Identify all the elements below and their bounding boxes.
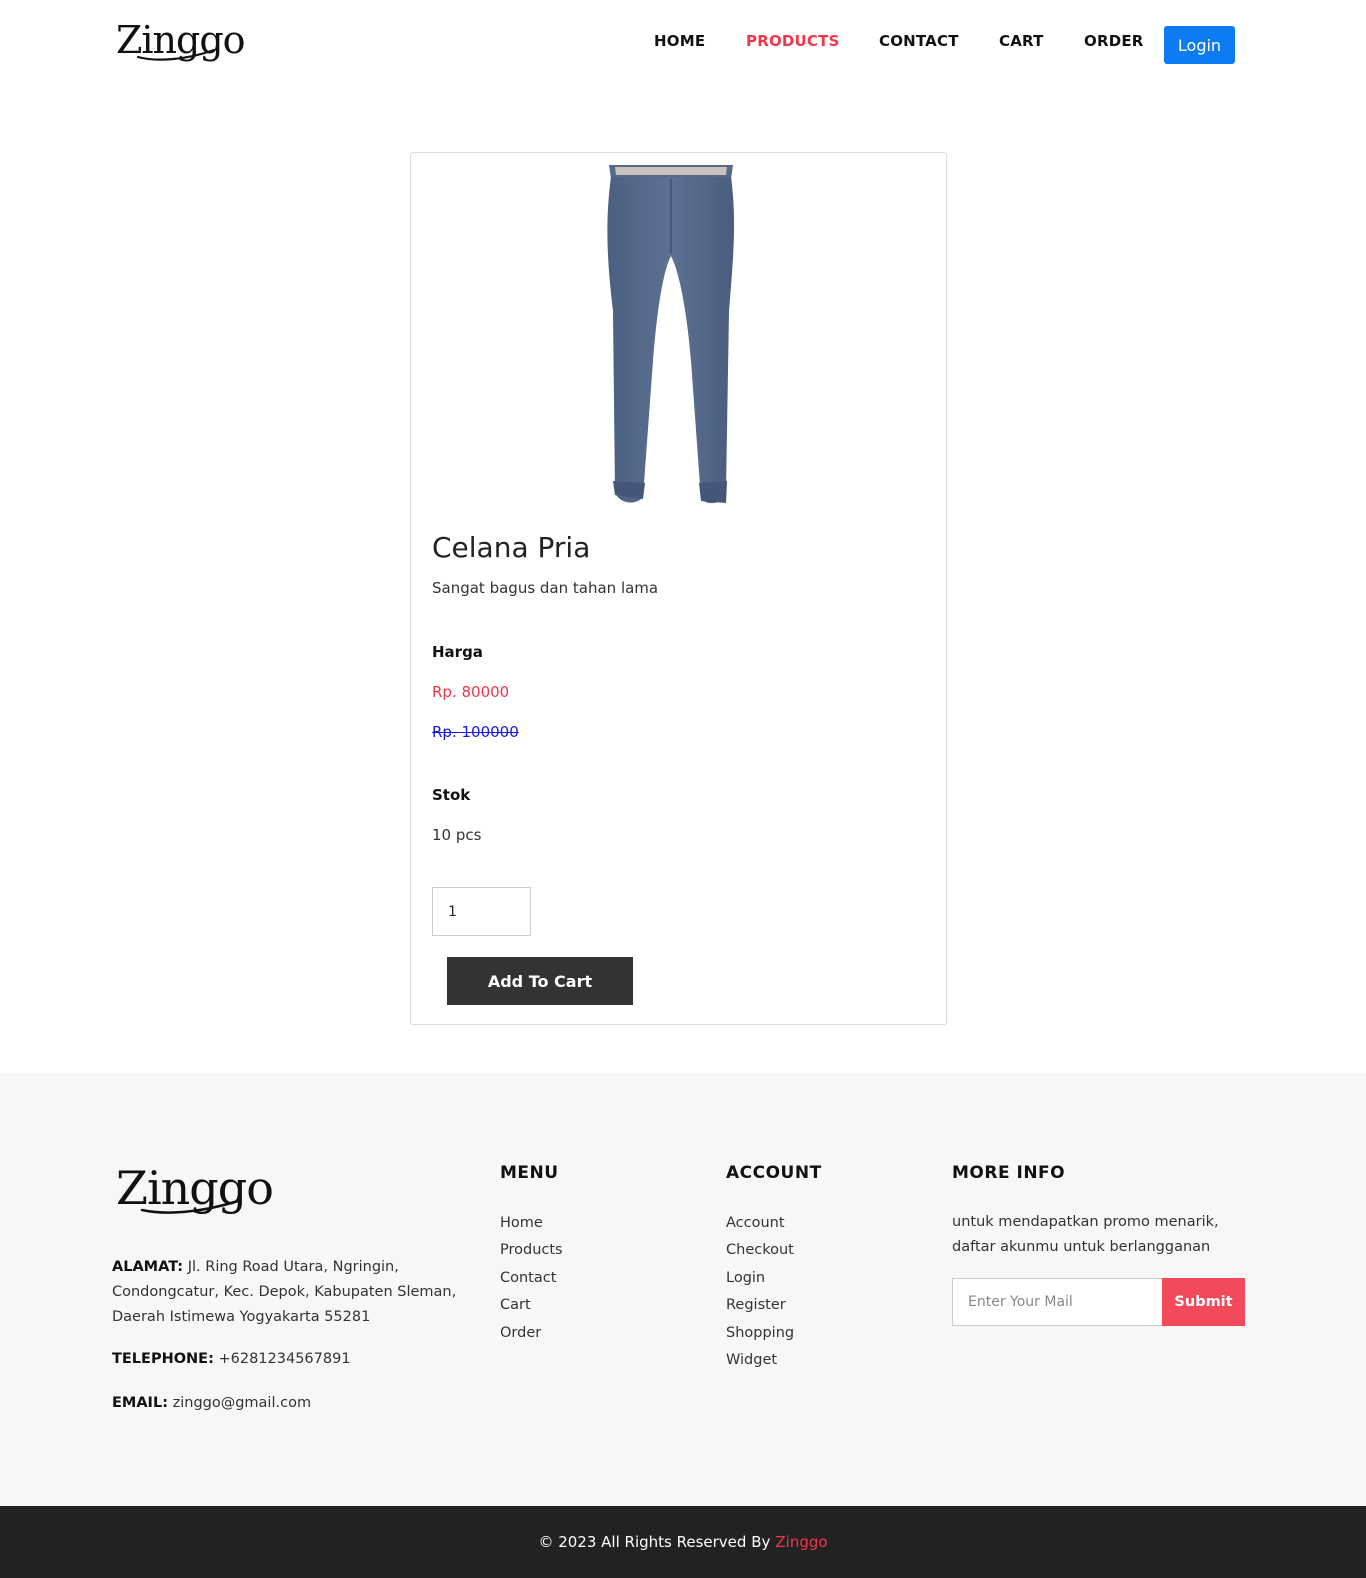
product-image: [607, 165, 735, 504]
product-old-price: Rp. 100000: [432, 723, 519, 741]
footer-menu-products[interactable]: Products: [500, 1242, 563, 1269]
footer-account-account[interactable]: Account: [726, 1215, 794, 1242]
copyright-bar: © 2023 All Rights Reserved By Zinggo: [0, 1506, 1366, 1578]
brand-logo[interactable]: Zinggo: [116, 18, 246, 62]
nav-home[interactable]: HOME: [654, 32, 705, 50]
footer-menu-order[interactable]: Order: [500, 1325, 563, 1352]
footer-menu-cart[interactable]: Cart: [500, 1297, 563, 1324]
logo-swash-icon: [136, 48, 216, 61]
footer-address: ALAMAT: Jl. Ring Road Utara, Ngringin, C…: [112, 1255, 477, 1330]
copyright-text: © 2023 All Rights Reserved By: [538, 1533, 771, 1551]
footer-account-checkout[interactable]: Checkout: [726, 1242, 794, 1269]
add-to-cart-button[interactable]: Add To Cart: [447, 957, 633, 1005]
product-description: Sangat bagus dan tahan lama: [432, 579, 659, 597]
footer-account-login[interactable]: Login: [726, 1270, 794, 1297]
product-stock: 10 pcs: [432, 826, 482, 844]
email-value: zinggo@gmail.com: [172, 1395, 312, 1411]
nav-order[interactable]: ORDER: [1084, 32, 1144, 50]
footer-logo[interactable]: Zinggo: [116, 1161, 274, 1215]
nav-cart[interactable]: CART: [999, 32, 1044, 50]
footer-account-list: Account Checkout Login Register Shopping…: [726, 1215, 794, 1379]
footer-account-register[interactable]: Register: [726, 1297, 794, 1324]
stock-label: Stok: [432, 786, 471, 804]
address-label: ALAMAT:: [112, 1259, 184, 1275]
footer-menu-contact[interactable]: Contact: [500, 1270, 563, 1297]
newsletter-email-input[interactable]: [952, 1278, 1163, 1326]
nav-products[interactable]: PRODUCTS: [746, 32, 840, 50]
product-name: Celana Pria: [432, 531, 591, 564]
footer-account-shopping[interactable]: Shopping: [726, 1325, 794, 1352]
newsletter-submit-button[interactable]: Submit: [1162, 1278, 1245, 1326]
footer-menu-title: MENU: [500, 1163, 559, 1183]
footer-account-title: ACCOUNT: [726, 1163, 822, 1183]
footer-email: EMAIL: zinggo@gmail.com: [112, 1395, 311, 1411]
nav-contact[interactable]: CONTACT: [879, 32, 959, 50]
login-button[interactable]: Login: [1164, 26, 1235, 64]
telephone-value: +6281234567891: [218, 1351, 351, 1367]
footer-menu-home[interactable]: Home: [500, 1215, 563, 1242]
price-label: Harga: [432, 643, 483, 661]
footer-telephone: TELEPHONE: +6281234567891: [112, 1351, 351, 1367]
logo-swash-icon: [140, 1199, 240, 1214]
site-header: Zinggo HOME PRODUCTS CONTACT CART ORDER …: [0, 0, 1366, 90]
product-price: Rp. 80000: [432, 683, 510, 701]
footer-more-info-title: MORE INFO: [952, 1163, 1066, 1183]
telephone-label: TELEPHONE:: [112, 1351, 214, 1367]
site-footer: Zinggo ALAMAT: Jl. Ring Road Utara, Ngri…: [0, 1073, 1366, 1506]
email-label: EMAIL:: [112, 1395, 168, 1411]
footer-menu-list: Home Products Contact Cart Order: [500, 1215, 563, 1352]
product-card: Celana Pria Sangat bagus dan tahan lama …: [410, 152, 947, 1025]
footer-more-info-text: untuk mendapatkan promo menarik, daftar …: [952, 1214, 1219, 1255]
copyright-brand-link[interactable]: Zinggo: [775, 1533, 827, 1551]
quantity-input[interactable]: [432, 887, 531, 936]
footer-account-widget[interactable]: Widget: [726, 1352, 794, 1379]
